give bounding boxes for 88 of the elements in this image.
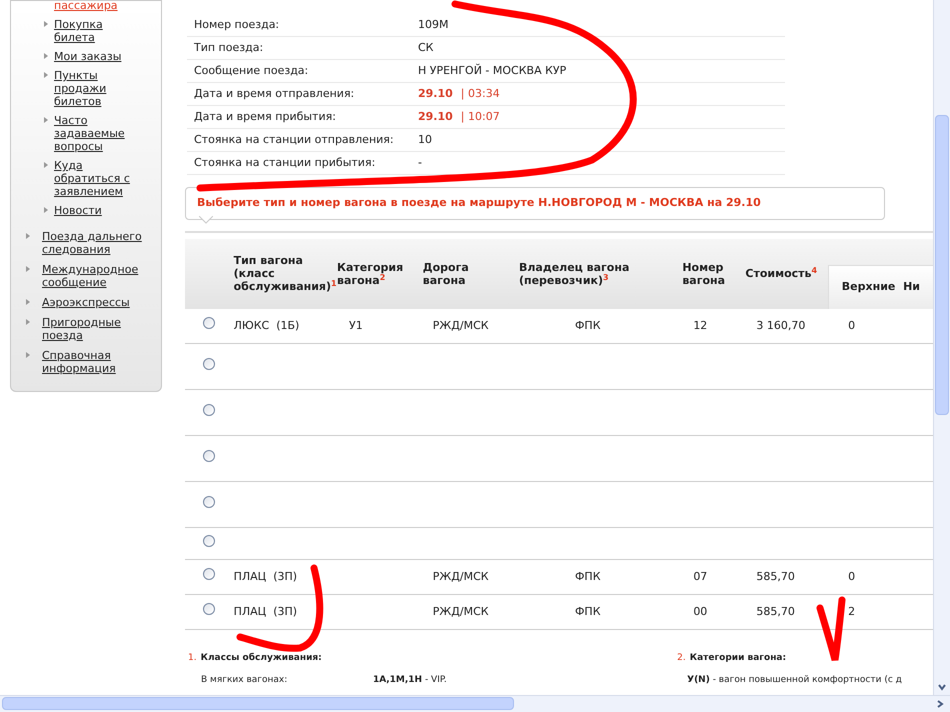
time-value: | 10:07	[460, 108, 500, 125]
marker-scribble	[816, 596, 846, 664]
sidebar-link[interactable]: Пригородные поезда	[36, 316, 148, 342]
table-cell: ФПК	[574, 570, 601, 583]
column-header: Номер вагона	[682, 238, 746, 308]
radio-button[interactable]	[203, 603, 216, 616]
field-label: Дата и время прибытия:	[193, 108, 337, 125]
sidebar-link[interactable]: Справочная информация	[36, 349, 148, 375]
scroll-thumb[interactable]	[935, 115, 949, 415]
table-cell: У1	[348, 318, 363, 332]
table-cell: 585,70	[756, 604, 795, 618]
radio-button[interactable]	[203, 496, 216, 508]
time-value: | 03:34	[460, 86, 500, 102]
footnote-number: 2.	[677, 652, 686, 665]
radio-button[interactable]	[203, 534, 216, 547]
field-value: -	[418, 154, 422, 171]
table-cell: 07	[693, 570, 708, 583]
sidebar-link[interactable]: Куда обратиться с заявлением	[54, 159, 146, 198]
table-cell: 0	[848, 318, 856, 332]
field-value: 109М	[418, 16, 448, 33]
field-label: Стоянка на станции прибытия:	[193, 154, 376, 171]
sidebar-link[interactable]: Аэроэкспрессы	[36, 296, 130, 309]
footnote-title: Классы обслуживания:	[200, 652, 322, 665]
notice-box: Выберите тип и номер вагона в поезде на маршруте Н.НОВГОРОД М - МОСКВА на 29.10	[185, 187, 885, 220]
table-cell: 0	[848, 570, 856, 583]
column-header: Категория вагона$^{2}$	[336, 238, 423, 308]
sidebar-link[interactable]: Новости	[54, 204, 102, 217]
column-header: Верхние	[840, 278, 896, 295]
radio-button[interactable]	[203, 358, 216, 370]
radio-button[interactable]	[203, 568, 216, 580]
table-cell: ФПК	[574, 318, 601, 332]
column-header: Ни	[902, 278, 920, 295]
bullet-icon	[44, 117, 48, 123]
column-header: Стоимость$^{4}$	[745, 238, 828, 308]
footnote-text: 1А,1М,1Н - VIP.	[373, 674, 447, 686]
horizontal-scrollbar[interactable]	[0, 695, 950, 712]
table-cell: ЛЮКС (1Б)	[234, 318, 300, 332]
sidebar-link[interactable]: Пункты продажи билетов	[54, 69, 146, 108]
radio-button[interactable]	[203, 404, 216, 416]
bullet-icon	[26, 233, 30, 239]
bullet-icon	[26, 266, 30, 272]
sidebar-link[interactable]: Мои заказы	[54, 50, 122, 63]
table-cell: 585,70	[756, 570, 795, 583]
field-value: СК	[418, 40, 434, 56]
column-header: Дорога вагона	[422, 238, 519, 308]
bullet-icon	[44, 53, 48, 59]
sidebar-link[interactable]: Часто задаваемые вопросы	[54, 114, 146, 153]
sidebar-link[interactable]: Покупка билета	[54, 18, 146, 44]
vertical-scrollbar[interactable]	[933, 0, 950, 695]
field-label: Номер поезда:	[193, 16, 280, 33]
bullet-icon	[44, 72, 48, 78]
footnote-label: В мягких вагонах:	[200, 674, 288, 686]
field-label: Сообщение поезда:	[193, 62, 310, 79]
field-value: 10	[418, 132, 432, 148]
table-cell: 2	[848, 604, 856, 618]
table-cell: РЖД/МСК	[432, 604, 489, 618]
field-label: Тип поезда:	[193, 40, 264, 56]
table-cell: ФПК	[574, 604, 601, 618]
sidebar-link[interactable]: пассажира	[54, 0, 118, 12]
date-value: 29.10	[418, 86, 453, 102]
bullet-icon	[26, 299, 30, 305]
column-header: Тип вагона (класс обслуживания)$^{1}$	[234, 238, 337, 308]
bullet-icon	[44, 162, 48, 168]
sidebar-link[interactable]: Международное сообщение	[36, 263, 148, 289]
bullet-icon	[26, 352, 30, 358]
footnote-text: У(N) - вагон повышенной комфортности (с д	[687, 674, 902, 686]
table-cell: ПЛАЦ (3П)	[234, 570, 298, 583]
footnote-title: Категории вагона:	[690, 652, 786, 665]
field-label: Дата и время отправления:	[193, 86, 356, 102]
pointer-icon	[199, 216, 213, 224]
radio-button[interactable]	[203, 317, 216, 329]
table-cell: 12	[693, 318, 708, 332]
bullet-icon	[26, 319, 30, 325]
table-cell: 00	[693, 604, 708, 618]
sidebar-link[interactable]: Поезда дальнего следования	[36, 230, 148, 256]
table-cell: РЖД/МСК	[432, 570, 489, 583]
column-header: Владелец вагона (перевозчик)$^{3}$	[518, 238, 682, 308]
bullet-icon	[44, 21, 48, 27]
bullet-icon	[44, 207, 48, 213]
table-cell: ПЛАЦ (3П)	[234, 604, 298, 618]
date-value: 29.10	[418, 108, 453, 125]
table-cell: РЖД/МСК	[432, 318, 489, 332]
footnote-number: 1.	[188, 652, 197, 665]
field-value: Н УРЕНГОЙ - МОСКВА КУР	[418, 62, 566, 79]
radio-button[interactable]	[203, 450, 216, 462]
field-label: Стоянка на станции отправления:	[193, 132, 395, 148]
scroll-thumb[interactable]	[2, 697, 514, 710]
table-cell: 3 160,70	[756, 318, 806, 332]
